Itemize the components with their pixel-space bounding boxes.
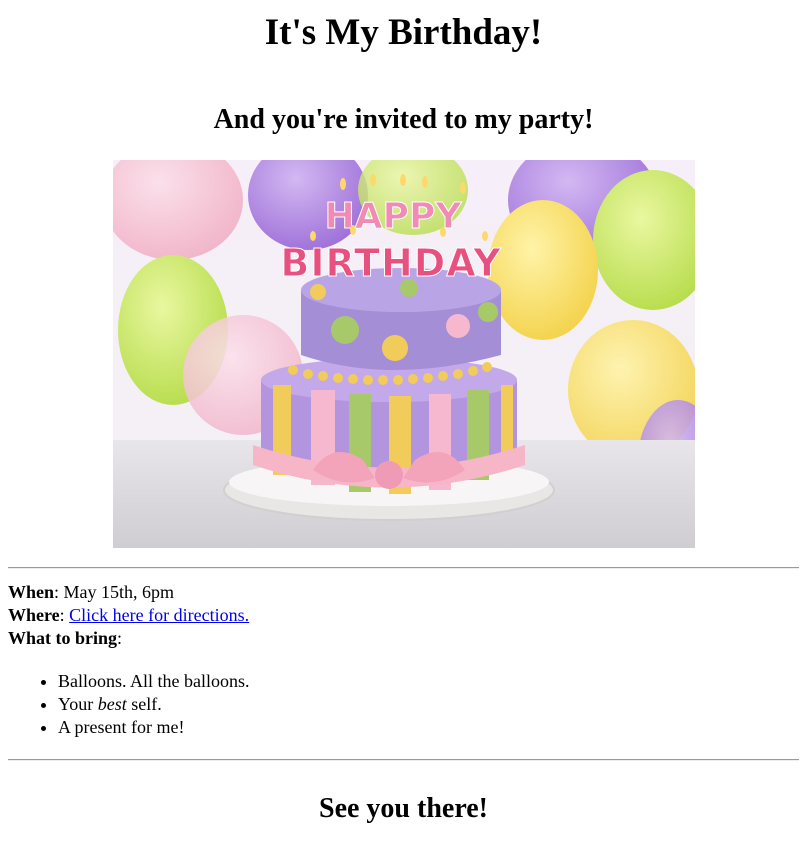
party-details: When: May 15th, 6pm Where: Click here fo… (8, 581, 799, 650)
where-line: Where: Click here for directions. (8, 605, 250, 625)
list-item: Balloons. All the balloons. (58, 670, 799, 693)
bring-label: What to bring (8, 628, 118, 648)
when-label: When (8, 582, 55, 602)
closing-heading: See you there! (319, 793, 488, 824)
page-subtitle: And you're invited to my party! (213, 104, 594, 135)
when-value: May 15th, 6pm (63, 582, 175, 602)
bring-item-self-emphasis: best (97, 694, 127, 714)
page-title: It's My Birthday! (264, 12, 543, 53)
list-item: A present for me! (58, 716, 799, 739)
when-line: When: May 15th, 6pm (8, 582, 175, 602)
cake-image-container: HAPPY BIRTHDAY (8, 160, 799, 548)
bring-line: What to bring: (8, 628, 123, 648)
candle-text-birthday: BIRTHDAY (280, 241, 501, 285)
where-label: Where (8, 605, 60, 625)
bring-item-balloons: Balloons. All the balloons. (58, 671, 250, 691)
divider-top (8, 567, 799, 569)
bring-list: Balloons. All the balloons. Your best se… (8, 670, 799, 739)
birthday-cake-image: HAPPY BIRTHDAY (112, 160, 695, 548)
bring-item-self-after: self. (126, 694, 162, 714)
bring-item-self-before: Your (58, 694, 98, 714)
bring-item-present: A present for me! (58, 717, 185, 737)
list-item: Your best self. (58, 693, 799, 716)
directions-link[interactable]: Click here for directions. (69, 605, 249, 625)
